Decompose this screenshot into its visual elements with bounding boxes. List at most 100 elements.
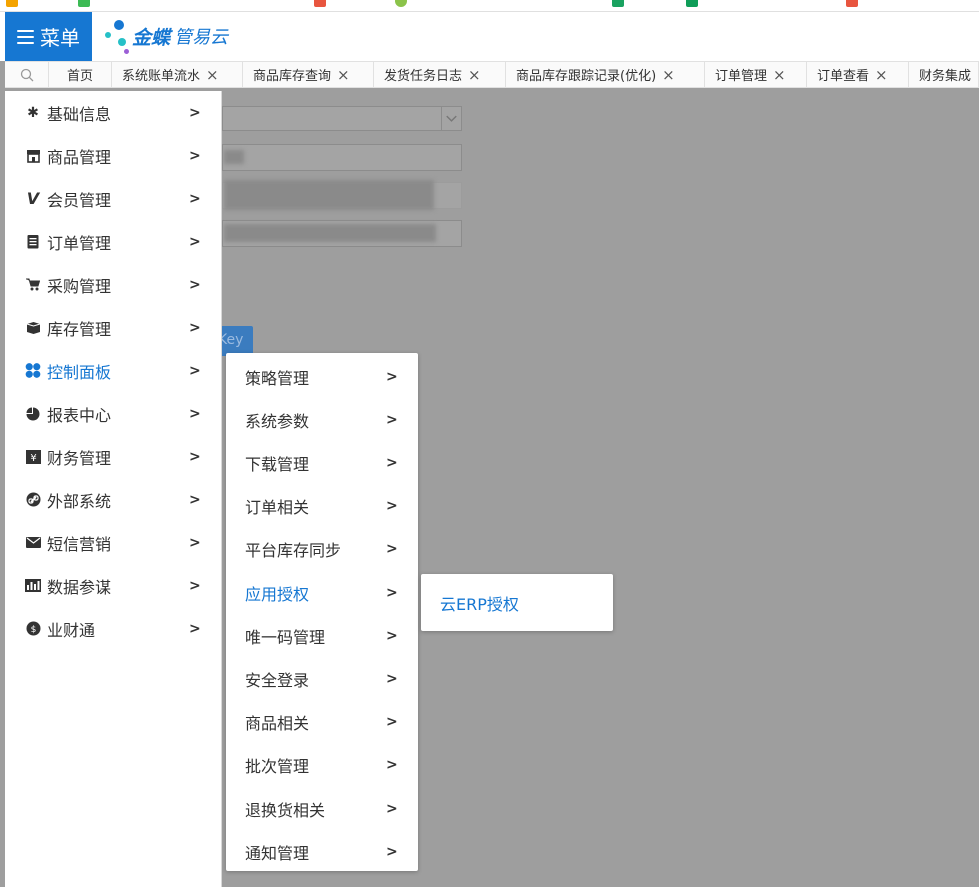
cart-icon <box>25 277 41 293</box>
svg-text:$: $ <box>30 625 36 635</box>
main-menu-item-data-advisor[interactable]: 数据参谋 > <box>5 564 222 607</box>
chevron-right-icon: > <box>189 491 201 508</box>
bookmark-icon[interactable] <box>314 0 326 7</box>
submenu-app-authorization: 云ERP授权 <box>421 574 613 631</box>
close-icon[interactable]: × <box>337 66 350 84</box>
tab-label: 订单查看 <box>817 69 870 84</box>
main-menu-label: 基础信息 <box>47 104 112 124</box>
submenu-item-app-authorization[interactable]: 应用授权 > <box>226 571 418 614</box>
submenu-item-notifications[interactable]: 通知管理 > <box>226 830 418 873</box>
hamburger-icon <box>17 29 34 44</box>
main-menu-item-finance[interactable]: ¥ 财务管理 > <box>5 435 222 478</box>
bookmark-icon[interactable] <box>78 0 90 7</box>
box-icon <box>25 320 41 336</box>
bookmark-icon[interactable] <box>612 0 624 7</box>
main-menu-item-products[interactable]: 商品管理 > <box>5 134 222 177</box>
bookmark-icon[interactable] <box>395 0 407 7</box>
tab-search-button[interactable] <box>5 62 49 87</box>
main-menu-label: 商品管理 <box>47 147 112 167</box>
menu-button-label: 菜单 <box>40 26 80 50</box>
tab-system-bill[interactable]: 系统账单流水 × <box>112 62 243 87</box>
submenu-item-products[interactable]: 商品相关 > <box>226 700 418 743</box>
pie-chart-icon <box>25 406 41 422</box>
tab-stock-query[interactable]: 商品库存查询 × <box>243 62 374 87</box>
bookmark-icon[interactable] <box>846 0 858 7</box>
bookmark-bar <box>0 0 979 12</box>
submenu-item-orders[interactable]: 订单相关 > <box>226 484 418 527</box>
tab-order-management[interactable]: 订单管理 × <box>705 62 807 87</box>
clipboard-icon <box>25 234 41 250</box>
main-menu-label: 财务管理 <box>47 448 112 468</box>
submenu-item-secure-login[interactable]: 安全登录 > <box>226 657 418 700</box>
svg-text:¥: ¥ <box>30 453 36 464</box>
submenu-label: 云ERP授权 <box>440 594 519 614</box>
chevron-right-icon: > <box>189 276 201 293</box>
main-menu-item-inventory[interactable]: 库存管理 > <box>5 306 222 349</box>
tab-finance-integration[interactable]: 财务集成 <box>909 62 979 87</box>
main-menu-item-control-panel[interactable]: 控制面板 > <box>5 349 222 392</box>
blurred-content <box>224 150 244 164</box>
yen-icon: ¥ <box>25 449 41 465</box>
chevron-right-icon: > <box>386 540 398 557</box>
bookmark-icon[interactable] <box>686 0 698 7</box>
search-icon <box>20 68 33 81</box>
submenu-label: 批次管理 <box>245 756 310 776</box>
chevron-right-icon: > <box>189 104 201 121</box>
main-menu-item-sms-marketing[interactable]: 短信营销 > <box>5 521 222 564</box>
chevron-right-icon: > <box>189 620 201 637</box>
chevron-right-icon: > <box>189 577 201 594</box>
chevron-right-icon: > <box>386 584 398 601</box>
submenu-item-download[interactable]: 下载管理 > <box>226 441 418 484</box>
chevron-right-icon: > <box>386 670 398 687</box>
link-icon <box>25 492 41 508</box>
main-menu-item-members[interactable]: V 会员管理 > <box>5 177 222 220</box>
chevron-right-icon: > <box>189 147 201 164</box>
submenu-item-unique-code[interactable]: 唯一码管理 > <box>226 614 418 657</box>
submenu-item-returns[interactable]: 退换货相关 > <box>226 787 418 830</box>
submenu-item-cloud-erp-authorization[interactable]: 云ERP授权 <box>421 574 613 631</box>
bookmark-icon[interactable] <box>6 0 18 7</box>
main-menu-item-purchasing[interactable]: 采购管理 > <box>5 263 222 306</box>
main-menu-label: 短信营销 <box>47 534 112 554</box>
chevron-right-icon: > <box>386 843 398 860</box>
close-icon[interactable]: × <box>773 66 786 84</box>
text-field[interactable] <box>222 144 462 171</box>
brand-name: 金蝶 <box>132 26 171 49</box>
submenu-item-strategy[interactable]: 策略管理 > <box>226 355 418 398</box>
tab-label: 商品库存跟踪记录(优化) <box>516 69 657 84</box>
submenu-item-batch[interactable]: 批次管理 > <box>226 743 418 786</box>
submenu-label: 平台库存同步 <box>245 540 342 560</box>
submenu-item-system-params[interactable]: 系统参数 > <box>226 398 418 441</box>
main-menu-item-yecaitong[interactable]: $ 业财通 > <box>5 607 222 650</box>
main-menu-label: 报表中心 <box>47 405 112 425</box>
submenu-item-platform-stock-sync[interactable]: 平台库存同步 > <box>226 527 418 570</box>
main-menu-item-orders[interactable]: 订单管理 > <box>5 220 222 263</box>
main-menu-item-external-systems[interactable]: 外部系统 > <box>5 478 222 521</box>
close-icon[interactable]: × <box>662 66 675 84</box>
product-name: 管易云 <box>174 27 229 48</box>
main-menu-item-basic-info[interactable]: ✱ 基础信息 > <box>5 91 222 134</box>
submenu-label: 策略管理 <box>245 368 310 388</box>
submenu-label: 订单相关 <box>245 497 310 517</box>
main-menu-label: 外部系统 <box>47 491 112 511</box>
select-field[interactable] <box>222 106 462 131</box>
main-menu-label: 数据参谋 <box>47 577 112 597</box>
close-icon[interactable]: × <box>468 66 481 84</box>
close-icon[interactable]: × <box>206 66 219 84</box>
tab-stock-tracking[interactable]: 商品库存跟踪记录(优化) × <box>506 62 705 87</box>
menu-button[interactable]: 菜单 <box>5 12 92 61</box>
chevron-right-icon: > <box>189 448 201 465</box>
main-menu-item-reports[interactable]: 报表中心 > <box>5 392 222 435</box>
close-icon[interactable]: × <box>875 66 888 84</box>
tab-label: 系统账单流水 <box>122 69 201 84</box>
chevron-right-icon: > <box>386 627 398 644</box>
chevron-right-icon: > <box>386 713 398 730</box>
tab-shipping-log[interactable]: 发货任务日志 × <box>374 62 506 87</box>
chevron-right-icon: > <box>386 368 398 385</box>
chevron-right-icon: > <box>189 190 201 207</box>
tab-home[interactable]: 首页 <box>49 62 112 87</box>
tab-label: 发货任务日志 <box>384 69 463 84</box>
logo: 金蝶 管易云 <box>104 16 228 56</box>
blurred-content <box>224 224 436 242</box>
tab-order-view[interactable]: 订单查看 × <box>807 62 909 87</box>
